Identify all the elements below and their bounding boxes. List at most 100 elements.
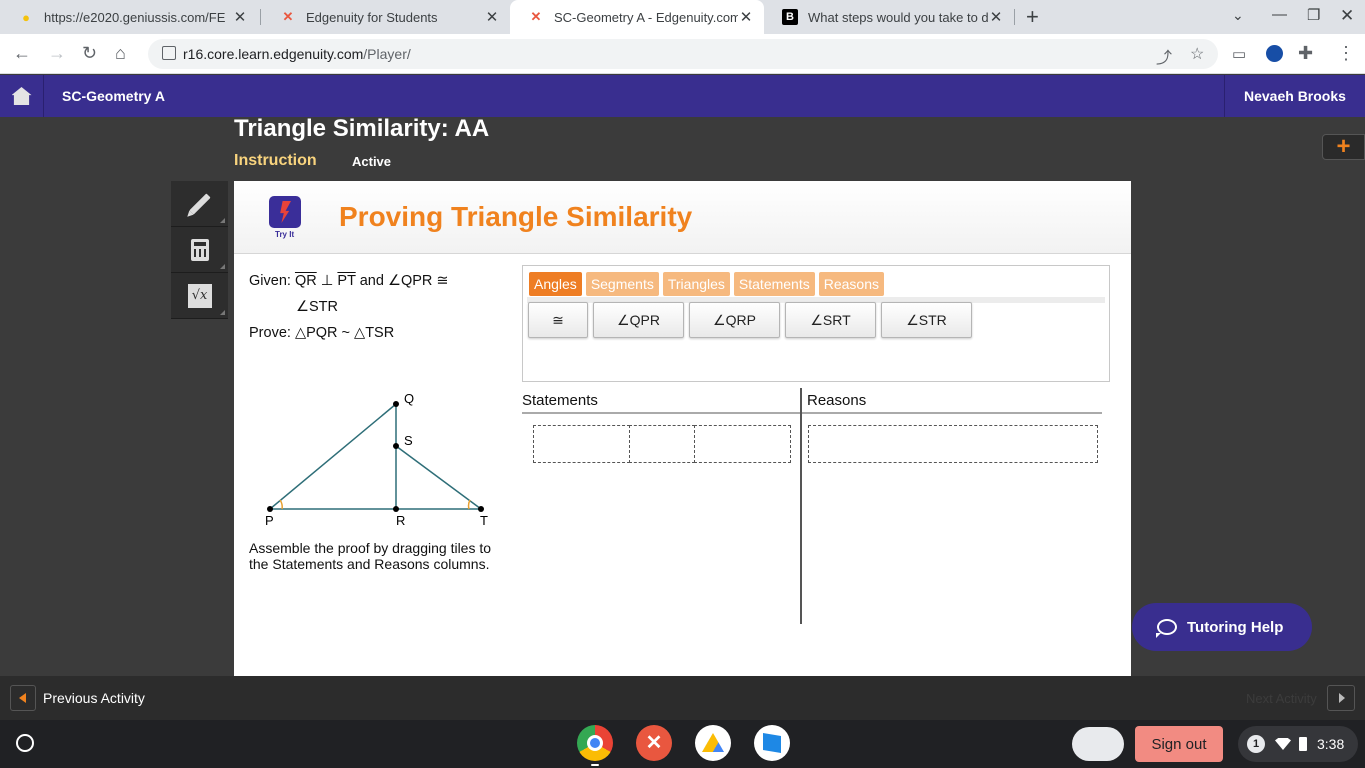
tab-title: What steps would you take to de (808, 9, 988, 25)
given-angle-second: ∠STR (296, 299, 338, 315)
extensions-puzzle-icon[interactable]: ✚ (1298, 43, 1313, 64)
tile-row: ≅ ∠QPR ∠QRP ∠SRT ∠STR (528, 302, 972, 338)
tool-panel: √x (171, 181, 228, 319)
home-button[interactable] (0, 75, 44, 117)
tutoring-help-button[interactable]: Tutoring Help (1132, 603, 1312, 651)
menu-kebab-icon[interactable]: ⋮ (1337, 43, 1355, 64)
next-activity-button[interactable] (1327, 685, 1355, 711)
statement-drop-slot-2[interactable] (629, 425, 695, 463)
point-label-s: S (404, 433, 413, 448)
tile-bank: Angles Segments Triangles Statements Rea… (522, 265, 1110, 382)
site-info-icon[interactable] (162, 46, 176, 60)
browser-tab-brainly[interactable]: B What steps would you take to de ✕ (764, 0, 1014, 34)
tile-angle-qrp[interactable]: ∠QRP (689, 302, 780, 338)
square-root-icon: √x (187, 283, 212, 308)
tab-title: SC-Geometry A - Edgenuity.com (554, 9, 738, 25)
calculator-icon (190, 238, 209, 261)
minimize-icon[interactable]: — (1272, 6, 1287, 23)
user-name[interactable]: Nevaeh Brooks (1244, 88, 1346, 104)
chat-bubble-icon (1156, 619, 1177, 638)
triangle-diagram: P Q R S T (265, 391, 488, 528)
tile-tab-angles[interactable]: Angles (529, 272, 582, 296)
activity-header: Try It Proving Triangle Similarity (234, 181, 1131, 254)
tile-angle-srt[interactable]: ∠SRT (785, 302, 876, 338)
chrome-app-icon[interactable] (577, 725, 613, 761)
try-it-label: Try It (275, 230, 295, 239)
point-label-r: R (396, 513, 405, 528)
brainly-b-icon: B (782, 9, 798, 25)
close-tab-icon[interactable]: ✕ (988, 8, 1004, 26)
browser-tab-sc-geometry[interactable]: ✕ SC-Geometry A - Edgenuity.com ✕ (510, 0, 764, 34)
add-plus-button[interactable]: + (1322, 134, 1365, 160)
tile-angle-str[interactable]: ∠STR (881, 302, 972, 338)
activity-title: Proving Triangle Similarity (339, 201, 693, 232)
new-tab-plus-icon[interactable]: + (1026, 4, 1039, 30)
home-icon[interactable]: ⌂ (115, 43, 126, 64)
close-tab-icon[interactable]: ✕ (232, 8, 248, 26)
statement-drop-slot-3[interactable] (694, 425, 791, 463)
forward-arrow-icon[interactable]: → (48, 43, 66, 64)
prove-statement: △PQR ~ △TSR (294, 325, 395, 341)
tile-tab-reasons[interactable]: Reasons (818, 272, 885, 296)
google-drive-icon[interactable] (695, 725, 731, 761)
extension-badge-icon[interactable] (1266, 45, 1283, 62)
edgenuity-header: SC-Geometry A Nevaeh Brooks (0, 75, 1365, 117)
prove-label: Prove: (249, 325, 291, 341)
back-arrow-icon[interactable]: ← (13, 43, 31, 64)
tab-instruction[interactable]: Instruction (234, 152, 317, 170)
point-label-p: P (265, 513, 274, 528)
tutoring-help-label: Tutoring Help (1187, 618, 1284, 636)
pencil-icon (188, 192, 211, 215)
address-bar[interactable]: r16.core.learn.edgenuity.com/Player/ ⤴ ☆ (148, 39, 1218, 69)
home-icon (11, 87, 32, 105)
next-activity-label: Next Activity (1246, 691, 1317, 706)
tile-tab-segments[interactable]: Segments (585, 272, 659, 296)
tab-search-chevron-icon[interactable]: ⌄ (1232, 7, 1244, 24)
previous-activity-label[interactable]: Previous Activity (43, 690, 145, 706)
close-window-icon[interactable]: ✕ (1340, 6, 1354, 26)
browser-tab-geniussis[interactable]: ● https://e2020.geniussis.com/FE ✕ (0, 0, 258, 34)
close-tab-icon[interactable]: ✕ (484, 8, 500, 26)
restore-icon[interactable]: ❐ (1307, 6, 1320, 24)
tile-congruent[interactable]: ≅ (528, 302, 588, 338)
given-segment-qr: QR (294, 273, 317, 289)
point-label-q: Q (404, 391, 414, 406)
edgenuity-x-icon: ✕ (530, 9, 542, 24)
reload-icon[interactable]: ↻ (82, 43, 97, 64)
statements-header: Statements (522, 392, 598, 409)
given-prove-block: Given: QR ⊥ PT and ∠QPR ≅ ∠STR Prove: △P… (249, 268, 449, 346)
browser-tab-edgenuity-students[interactable]: ✕ Edgenuity for Students ✕ (262, 0, 510, 34)
previous-activity-button[interactable] (10, 685, 36, 711)
status-tray[interactable]: 1 3:38 (1238, 726, 1358, 762)
holding-space-thumbnail[interactable] (1072, 727, 1124, 761)
reason-drop-slot[interactable] (808, 425, 1098, 463)
play-books-icon[interactable] (754, 725, 790, 761)
calculator-tool-button[interactable] (171, 227, 228, 273)
course-name[interactable]: SC-Geometry A (62, 88, 165, 104)
reasons-header: Reasons (807, 392, 867, 409)
pencil-tool-button[interactable] (171, 181, 228, 227)
try-it-icon (269, 196, 301, 228)
statement-drop-slot-1[interactable] (533, 425, 630, 463)
notification-count-badge: 1 (1247, 735, 1265, 753)
tile-angle-qpr[interactable]: ∠QPR (593, 302, 684, 338)
edgenuity-app-icon[interactable]: ✕ (636, 725, 672, 761)
formula-tool-button[interactable]: √x (171, 273, 228, 319)
tile-tabs: Angles Segments Triangles Statements Rea… (529, 272, 885, 296)
tab-title: Edgenuity for Students (306, 9, 438, 25)
browser-toolbar: ← → ↻ ⌂ r16.core.learn.edgenuity.com/Pla… (0, 34, 1365, 74)
cast-icon[interactable]: ▭ (1232, 45, 1246, 63)
launcher-icon[interactable] (16, 734, 34, 752)
sign-out-button[interactable]: Sign out (1135, 726, 1223, 762)
close-tab-icon[interactable]: ✕ (738, 8, 754, 26)
point-label-t: T (480, 513, 488, 528)
tab-active[interactable]: Active (352, 154, 391, 169)
browser-tab-strip: ● https://e2020.geniussis.com/FE ✕ ✕ Edg… (0, 0, 1365, 34)
given-segment-pt: PT (337, 273, 356, 289)
tile-tab-triangles[interactable]: Triangles (662, 272, 730, 296)
activity-nav-bar: Previous Activity Next Activity (0, 676, 1365, 720)
share-icon[interactable]: ⤴ (1156, 44, 1172, 68)
url-text[interactable]: r16.core.learn.edgenuity.com/Player/ (183, 46, 411, 62)
tile-tab-statements[interactable]: Statements (733, 272, 815, 296)
bookmark-star-icon[interactable]: ☆ (1190, 44, 1204, 64)
